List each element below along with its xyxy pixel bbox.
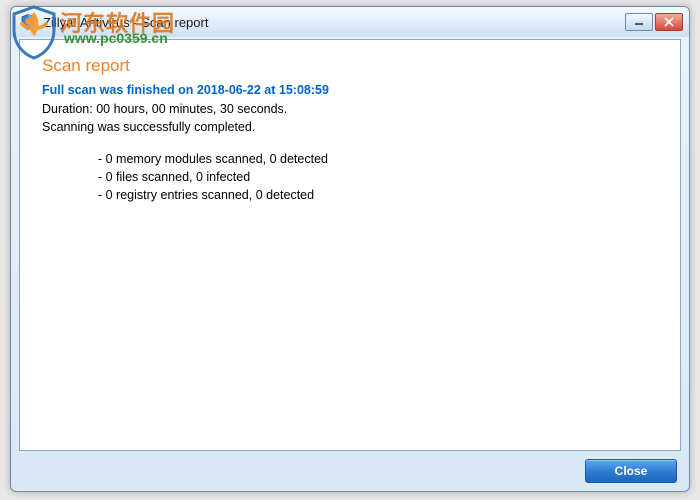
report-heading: Scan report bbox=[42, 54, 662, 79]
detail-line: - 0 files scanned, 0 infected bbox=[98, 168, 662, 186]
close-button[interactable]: Close bbox=[585, 459, 677, 483]
app-window: Zillya! Antivirus - Scan report Scan rep… bbox=[10, 6, 690, 492]
detail-line: - 0 registry entries scanned, 0 detected bbox=[98, 186, 662, 204]
app-shield-icon bbox=[19, 13, 37, 31]
detail-line: - 0 memory modules scanned, 0 detected bbox=[98, 150, 662, 168]
window-title: Zillya! Antivirus - Scan report bbox=[43, 15, 625, 30]
report-finished-line: Full scan was finished on 2018-06-22 at … bbox=[42, 81, 662, 99]
report-details: - 0 memory modules scanned, 0 detected -… bbox=[98, 150, 662, 204]
close-window-button[interactable] bbox=[655, 13, 683, 31]
client-area: Scan report Full scan was finished on 20… bbox=[19, 39, 681, 451]
report-duration: Duration: 00 hours, 00 minutes, 30 secon… bbox=[42, 100, 662, 118]
report-content: Scan report Full scan was finished on 20… bbox=[20, 40, 680, 214]
window-controls bbox=[625, 13, 683, 31]
report-status: Scanning was successfully completed. bbox=[42, 118, 662, 136]
titlebar[interactable]: Zillya! Antivirus - Scan report bbox=[11, 7, 689, 37]
footer: Close bbox=[585, 459, 677, 483]
minimize-button[interactable] bbox=[625, 13, 653, 31]
